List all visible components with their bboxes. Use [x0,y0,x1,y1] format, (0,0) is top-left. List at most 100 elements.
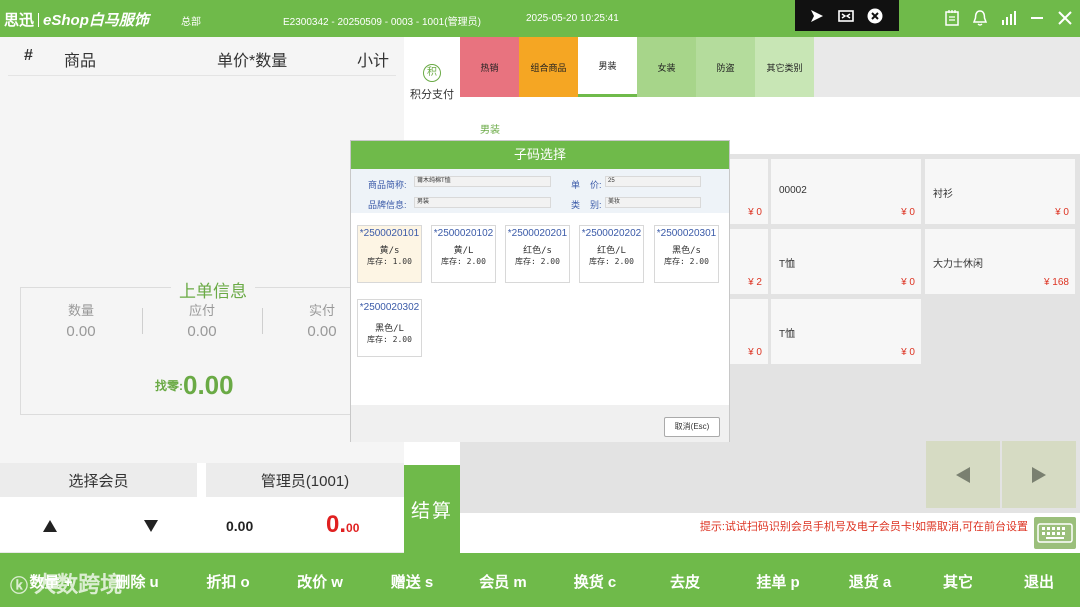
operator-label: 管理员(1001) [206,463,404,497]
sku-code: *2500020202 [581,228,642,239]
name-field: 莆木纯棉T恤 [414,176,551,187]
product-tile[interactable]: 大力士休闲 ¥ 168 [925,229,1075,294]
minimize-icon[interactable] [1028,9,1046,27]
bell-icon[interactable] [971,9,989,27]
watermark: ⓚ 大数跨境 [10,567,122,599]
session-info: E2300342 - 20250509 - 0003 - 1001(管理员) [283,17,481,28]
sku-stock: 库存: 2.00 [664,257,709,266]
close-icon[interactable] [1056,9,1074,27]
price-label: 单 价: [571,180,602,190]
tab-combo[interactable]: 组合商品 [519,37,578,97]
sku-code: *2500020301 [656,228,717,239]
sku-option[interactable]: *2500020301 黑色/s 库存: 2.00 [654,225,719,283]
active-category-label: 男装 [480,125,500,136]
other-button[interactable]: 其它 [916,571,1000,592]
keyboard-button[interactable] [1034,517,1076,549]
change-label: 找零: [155,379,183,393]
bottom-action-bar: 数量 + 删除 u 折扣 o 改价 w 赠送 s 会员 m 换货 c 去皮 挂单… [0,553,1080,607]
prev-page-button[interactable] [926,441,1000,508]
gift-button[interactable]: 赠送 s [370,571,454,592]
tab-other[interactable]: 其它类别 [755,37,814,97]
points-pay-button[interactable]: 积 积分支付 [404,52,460,112]
sku-option[interactable]: *2500020201 红色/s 库存: 2.00 [505,225,570,283]
category-tabs: 热销 组合商品 男装 女装 防盗 其它类别 [460,37,816,97]
arrow-down-icon[interactable] [144,520,158,532]
brand-logo: 思迅 eShop白马服饰 [4,9,149,30]
product-name: T恤 [779,329,796,340]
notepad-icon[interactable] [943,9,961,27]
change-price-button[interactable]: 改价 w [278,571,362,592]
close-circle-icon[interactable] [867,8,883,24]
col-header-product: 商品 [64,53,97,70]
product-name: 00002 [779,185,807,196]
discount-button[interactable]: 折扣 o [186,571,270,592]
member-button[interactable]: 会员 m [461,571,545,592]
hint-text: 提示:试试扫码识别会员手机号及电子会员卡!如需取消,可在前台设置 [699,521,1028,533]
cart-panel: # 商品 单价*数量 小计 上单信息 数量 0.00 应付 0.00 实付 0.… [0,37,404,463]
select-member-button[interactable]: 选择会员 [0,463,197,497]
header-divider [8,75,396,76]
product-tile[interactable]: 衬衫 ¥ 0 [925,159,1075,224]
watermark-text: 大数跨境 [34,572,123,597]
screen-share-toolbar [795,0,899,31]
arrow-up-icon[interactable] [43,520,57,532]
top-bar: 思迅 eShop白马服饰 总部 E2300342 - 20250509 - 000… [0,0,1080,37]
total-amount-main: 0. [326,511,347,538]
cancel-button[interactable]: 取消(Esc) [664,417,720,437]
dialog-footer: 取消(Esc) [351,405,729,442]
exit-button[interactable]: 退出 [997,571,1080,592]
product-price: ¥ 2 [748,277,762,288]
triangle-right-icon [1032,466,1046,483]
brand-label: 品牌信息: [368,200,407,210]
hold-order-button[interactable]: 挂单 p [736,571,820,592]
sku-stock: 库存: 2.00 [441,257,486,266]
sku-attr: 黑色/s [672,246,701,256]
last-qty: 数量 0.00 [21,300,141,340]
product-name: T恤 [779,259,796,270]
product-price: ¥ 0 [901,277,915,288]
tab-menswear[interactable]: 男装 [578,37,637,97]
settle-button[interactable]: 结算 [404,465,460,553]
sku-select-dialog: 子码选择 商品简称: 莆木纯棉T恤 单 价: 25 品牌信息: 男装 类 别: … [350,140,730,442]
tab-womenswear[interactable]: 女装 [637,37,696,97]
pointer-icon[interactable] [809,8,825,24]
exchange-button[interactable]: 换货 c [553,571,637,592]
product-tile[interactable]: T恤 ¥ 0 [771,229,921,294]
tab-antitheft[interactable]: 防盗 [696,37,755,97]
tare-button[interactable]: 去皮 [643,571,727,592]
sku-option[interactable]: *2500020202 红色/L 库存: 2.00 [579,225,644,283]
change-display: 找零:0.00 [155,370,234,401]
dialog-title: 子码选择 [351,141,729,169]
signal-icon [1002,11,1016,25]
col-header-price-qty: 单价*数量 [217,53,288,70]
next-page-button[interactable] [1002,441,1076,508]
sku-option[interactable]: *2500020101 黄/s 库存: 1.00 [357,225,422,283]
product-name: 衬衫 [933,189,953,200]
product-price: ¥ 0 [1055,207,1069,218]
keyboard-icon [1037,523,1073,543]
points-icon: 积 [423,64,441,82]
product-name: 大力士休闲 [933,259,983,270]
brand-field: 男装 [414,197,551,208]
sku-code: *2500020201 [507,228,568,239]
last-due: 应付 0.00 [142,300,262,340]
product-tile[interactable]: 00002 ¥ 0 [771,159,921,224]
last-due-label: 应付 [188,303,215,318]
product-price: ¥ 0 [901,347,915,358]
return-button[interactable]: 退货 a [828,571,912,592]
product-name: eShop白马服饰 [43,12,149,29]
sku-stock: 库存: 1.00 [367,257,412,266]
totals-row: 0.00 0.00 [0,500,404,552]
sku-stock: 库存: 2.00 [589,257,634,266]
sku-attr: 黑色/L [375,324,404,334]
datetime: 2025-05-20 10:25:41 [526,13,619,24]
member-row: 选择会员 管理员(1001) [0,463,404,500]
change-value: 0.00 [183,370,234,400]
tab-hot[interactable]: 热销 [460,37,519,97]
sku-option[interactable]: *2500020302 黑色/L 库存: 2.00 [357,299,422,357]
sku-option[interactable]: *2500020102 黄/L 库存: 2.00 [431,225,496,283]
category-field: 美妆 [605,197,701,208]
hint-row: 提示:试试扫码识别会员手机号及电子会员卡!如需取消,可在前台设置 [460,513,1080,553]
product-tile[interactable]: T恤 ¥ 0 [771,299,921,364]
fit-screen-icon[interactable] [838,8,854,24]
